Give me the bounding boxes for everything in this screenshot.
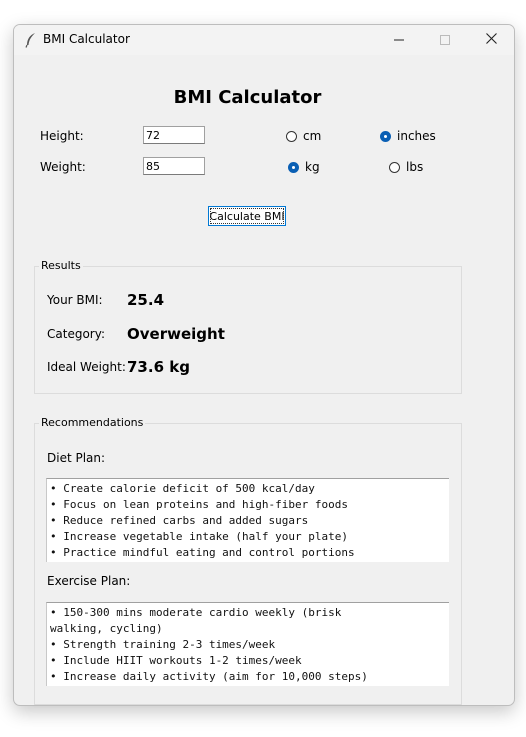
ideal-weight-value: 73.6 kg (127, 358, 190, 376)
calculate-button[interactable]: Calculate BMI (208, 206, 286, 226)
radio-inches-label: inches (397, 129, 436, 143)
radio-indicator (380, 130, 391, 142)
radio-cm[interactable]: cm (286, 129, 321, 143)
title-bar[interactable]: BMI Calculator (14, 25, 514, 55)
category-value: Overweight (127, 325, 225, 343)
ideal-weight-label: Ideal Weight: (47, 360, 126, 374)
close-button[interactable] (468, 25, 514, 55)
window-title: BMI Calculator (43, 32, 130, 46)
feather-icon (24, 32, 38, 48)
radio-kg-label: kg (305, 160, 320, 174)
close-icon (485, 33, 497, 47)
radio-indicator (389, 161, 400, 173)
recommendations-title: Recommendations (39, 416, 146, 429)
category-label: Category: (47, 327, 105, 341)
radio-indicator (286, 130, 297, 142)
bmi-value: 25.4 (127, 291, 165, 309)
exercise-plan-text[interactable]: • 150-300 mins moderate cardio weekly (b… (46, 602, 449, 686)
exercise-plan-label: Exercise Plan: (47, 574, 131, 588)
page-title: BMI Calculator (173, 87, 322, 108)
radio-lbs[interactable]: lbs (389, 160, 423, 174)
height-label: Height: (40, 129, 84, 143)
diet-plan-text[interactable]: • Create calorie deficit of 500 kcal/day… (46, 478, 449, 562)
diet-plan-label: Diet Plan: (47, 451, 106, 465)
app-window: BMI Calculator BMI Calculator Height: cm… (13, 24, 515, 706)
radio-cm-label: cm (303, 129, 322, 143)
weight-label: Weight: (40, 160, 86, 174)
radio-kg[interactable]: kg (288, 160, 320, 174)
bmi-label: Your BMI: (47, 293, 103, 307)
radio-inches[interactable]: inches (380, 129, 436, 143)
radio-lbs-label: lbs (406, 160, 424, 174)
weight-input[interactable] (143, 157, 205, 175)
maximize-button[interactable] (422, 25, 468, 55)
height-input[interactable] (143, 126, 205, 144)
minimize-button[interactable] (376, 25, 422, 55)
results-title: Results (39, 259, 83, 272)
radio-indicator (288, 161, 299, 173)
